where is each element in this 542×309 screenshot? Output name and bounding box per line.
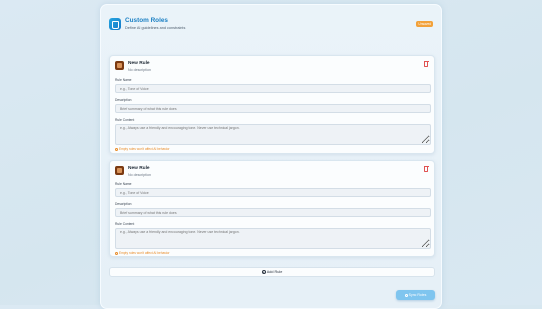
unsaved-badge: Unsaved [416,21,433,27]
add-rule-label: Add Rule [266,270,283,274]
rule-content-label: Rule Content [115,222,135,226]
sync-icon [404,293,408,297]
sync-roles-label: Sync Roles [408,293,427,297]
document-icon [109,18,121,30]
rule-content-textarea[interactable] [115,228,431,249]
rule-name-label: Rule Name [115,78,132,82]
rule-name-input[interactable] [115,188,431,197]
rule-card: New Rule No description Rule Name Descri… [109,55,435,154]
rule-description-text: No description [128,173,151,177]
warning-icon [115,147,118,151]
page-title: Custom Roles [125,17,168,24]
warning-icon [115,251,118,255]
description-label: Description [115,98,132,102]
rule-name: New Rule [128,166,150,171]
rule-icon [115,61,124,70]
description-label: Description [115,202,132,206]
description-input[interactable] [115,104,431,113]
page-subtitle: Define AI guidelines and constraints [125,26,186,30]
description-input[interactable] [115,208,431,217]
custom-roles-panel: Custom Roles Define AI guidelines and co… [100,4,442,309]
rule-name-label: Rule Name [115,182,132,186]
trash-icon[interactable] [423,166,430,172]
empty-rule-warning-text: Empty rules won't affect AI behavior [119,147,170,151]
rule-name: New Rule [128,61,150,66]
rule-name-input[interactable] [115,84,431,93]
rule-content-textarea[interactable] [115,124,431,145]
sync-roles-button[interactable]: Sync Roles [396,290,435,300]
empty-rule-warning: Empty rules won't affect AI behavior [115,147,170,151]
rule-description-text: No description [128,68,151,72]
empty-rule-warning: Empty rules won't affect AI behavior [115,251,170,255]
empty-rule-warning-text: Empty rules won't affect AI behavior [119,251,170,255]
add-rule-button[interactable]: + Add Rule [109,267,435,277]
plus-icon: + [261,270,266,274]
panel-header: Custom Roles Define AI guidelines and co… [109,17,433,39]
rule-icon [115,166,124,175]
rule-card: New Rule No description Rule Name Descri… [109,160,435,257]
rule-content-label: Rule Content [115,118,135,122]
trash-icon[interactable] [423,61,430,67]
